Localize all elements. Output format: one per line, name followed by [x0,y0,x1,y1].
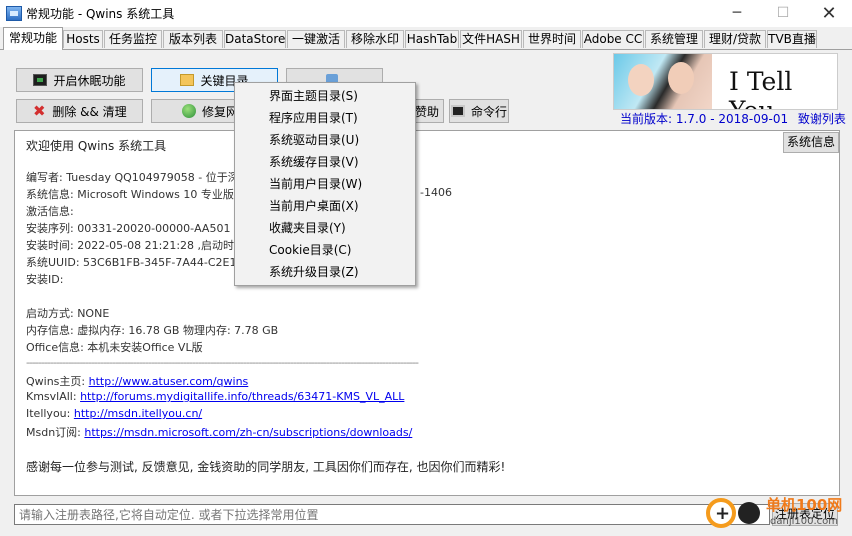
watermark-dot-icon [738,502,760,524]
version-info: 当前版本: 1.7.0 - 2018-09-01 致谢列表 [620,110,846,127]
delete-x-icon: ✖ [33,102,46,120]
folder-icon [180,74,195,86]
install-id-line: 安装ID: [26,273,64,286]
menu-item-program-dir[interactable]: 程序应用目录(T) [235,107,415,129]
version-label: 当前版本: 1.7.0 - 2018-09-01 [620,112,789,126]
hibernate-button-label: 开启休眠功能 [53,73,126,88]
tab-finance-loan[interactable]: 理财/贷款 [704,30,766,48]
itellyou-label: Itellyou: [26,407,74,420]
serial-line: 安装序列: 00331-20020-00000-AA501 (Bu [26,222,253,235]
tab-world-time[interactable]: 世界时间 [523,30,581,48]
install-time-line: 安装时间: 2022-05-08 21:21:28 ,启动时间 [26,239,246,252]
itellyou-line: Itellyou: http://msdn.itellyou.cn/ [26,407,202,420]
tab-file-hash[interactable]: 文件HASH [460,30,522,48]
watermark-circle-icon: + [706,498,736,528]
activation-line: 激活信息: [26,205,74,218]
msdn-label: Msdn订阅: [26,426,85,439]
photo-person-1 [628,64,654,96]
close-button[interactable]: ✕ [806,0,852,27]
qwins-homepage-link[interactable]: http://www.atuser.com/qwins [89,375,249,388]
app-icon [6,6,22,21]
tab-remove-watermark[interactable]: 移除水印 [346,30,404,48]
msdn-link[interactable]: https://msdn.microsoft.com/zh-cn/subscri… [84,426,412,439]
tab-hashtab[interactable]: HashTab [405,30,459,48]
tab-general[interactable]: 常规功能 [3,27,63,50]
tab-system-management[interactable]: 系统管理 [645,30,703,48]
qwins-homepage-label: Qwins主页: [26,375,89,388]
info-panel: 欢迎使用 Qwins 系统工具 编写者: Tuesday QQ104979058… [14,130,840,496]
kmsvlall-line: KmsvlAll: http://forums.mydigitallife.in… [26,390,404,403]
repair-network-button-label: 修复网 [202,104,239,119]
delete-clean-button-label: 删除 && 清理 [52,104,127,119]
sysinfo-line-tail: -1406 [420,186,452,199]
kmsvlall-label: KmsvlAll: [26,390,81,403]
tab-strip: 常规功能 Hosts 任务监控 版本列表 DataStore 一键激活 移除水印… [0,27,852,50]
photo-person-2 [668,62,694,94]
memory-line: 内存信息: 虚拟内存: 16.78 GB 物理内存: 7.78 GB [26,324,279,337]
menu-item-favorites-dir[interactable]: 收藏夹目录(Y) [235,217,415,239]
office-line: Office信息: 本机未安装Office VL版 [26,341,203,354]
logo-text: I Tell You [729,67,793,109]
sponsor-button-label: 赞助 [414,104,439,119]
menu-item-desktop-dir[interactable]: 当前用户桌面(X) [235,195,415,217]
thanks-message: 感谢每一位参与测试, 反馈意见, 金钱资助的同学朋友, 工具因你们而存在, 也因… [26,460,506,474]
plus-icon: + [715,503,731,524]
key-dirs-menu: 界面主题目录(S) 程序应用目录(T) 系统驱动目录(U) 系统缓存目录(V) … [234,82,416,286]
menu-item-user-dir[interactable]: 当前用户目录(W) [235,173,415,195]
sysinfo-line: 系统信息: Microsoft Windows 10 专业版 1 [26,188,245,201]
maximize-button[interactable]: ☐ [760,0,806,27]
itellyou-link[interactable]: http://msdn.itellyou.cn/ [74,407,202,420]
title-bar: 常规功能 - Qwins 系统工具 ─ ☐ ✕ [0,0,852,27]
logo-banner: I Tell You [613,53,838,110]
registry-path-input[interactable] [14,504,770,525]
kmsvlall-link[interactable]: http://forums.mydigitallife.info/threads… [80,390,404,403]
cmd-icon [450,105,465,117]
watermark-name: 单机100网 [766,496,843,514]
uuid-line: 系统UUID: 53C6B1FB-345F-7A44-C2E1-58 [26,256,255,269]
tab-datastore[interactable]: DataStore [224,30,286,48]
tab-hosts[interactable]: Hosts [63,30,103,48]
window-title: 常规功能 - Qwins 系统工具 [26,7,175,21]
command-line-button[interactable]: 命令行 [449,99,509,123]
tab-task-monitor[interactable]: 任务监控 [104,30,162,48]
qwins-homepage-line: Qwins主页: http://www.atuser.com/qwins [26,373,248,389]
welcome-text: 欢迎使用 Qwins 系统工具 [26,139,167,153]
tab-one-click-activate[interactable]: 一键激活 [287,30,345,48]
menu-item-update-dir[interactable]: 系统升级目录(Z) [235,261,415,283]
menu-item-cache-dir[interactable]: 系统缓存目录(V) [235,151,415,173]
logo-photo-image [614,54,712,109]
msdn-line: Msdn订阅: https://msdn.microsoft.com/zh-cn… [26,424,412,440]
menu-item-cookie-dir[interactable]: Cookie目录(C) [235,239,415,261]
system-info-button[interactable]: 系统信息 [783,132,839,153]
thanks-list-link[interactable]: 致谢列表 [798,112,846,126]
hibernate-button[interactable]: 开启休眠功能 [16,68,143,92]
delete-clean-button[interactable]: ✖ 删除 && 清理 [16,99,143,123]
watermark-url: danji100.com [770,516,838,527]
tab-adobe-cc[interactable]: Adobe CC [582,30,644,48]
tab-version-list[interactable]: 版本列表 [163,30,223,48]
menu-item-theme-dir[interactable]: 界面主题目录(S) [235,85,415,107]
minimize-button[interactable]: ─ [714,0,760,27]
tab-tvb-live[interactable]: TVB直播 [767,30,817,48]
separator-line: ----------------------------------------… [26,356,419,369]
boot-mode-line: 启动方式: NONE [26,307,110,320]
command-line-button-label: 命令行 [470,104,507,119]
menu-item-driver-dir[interactable]: 系统驱动目录(U) [235,129,415,151]
author-line: 编写者: Tuesday QQ104979058 - 位于深圳 [26,171,250,184]
globe-icon [182,104,196,118]
site-watermark: + 单机100网 danji100.com [706,494,852,536]
monitor-icon [33,74,48,86]
